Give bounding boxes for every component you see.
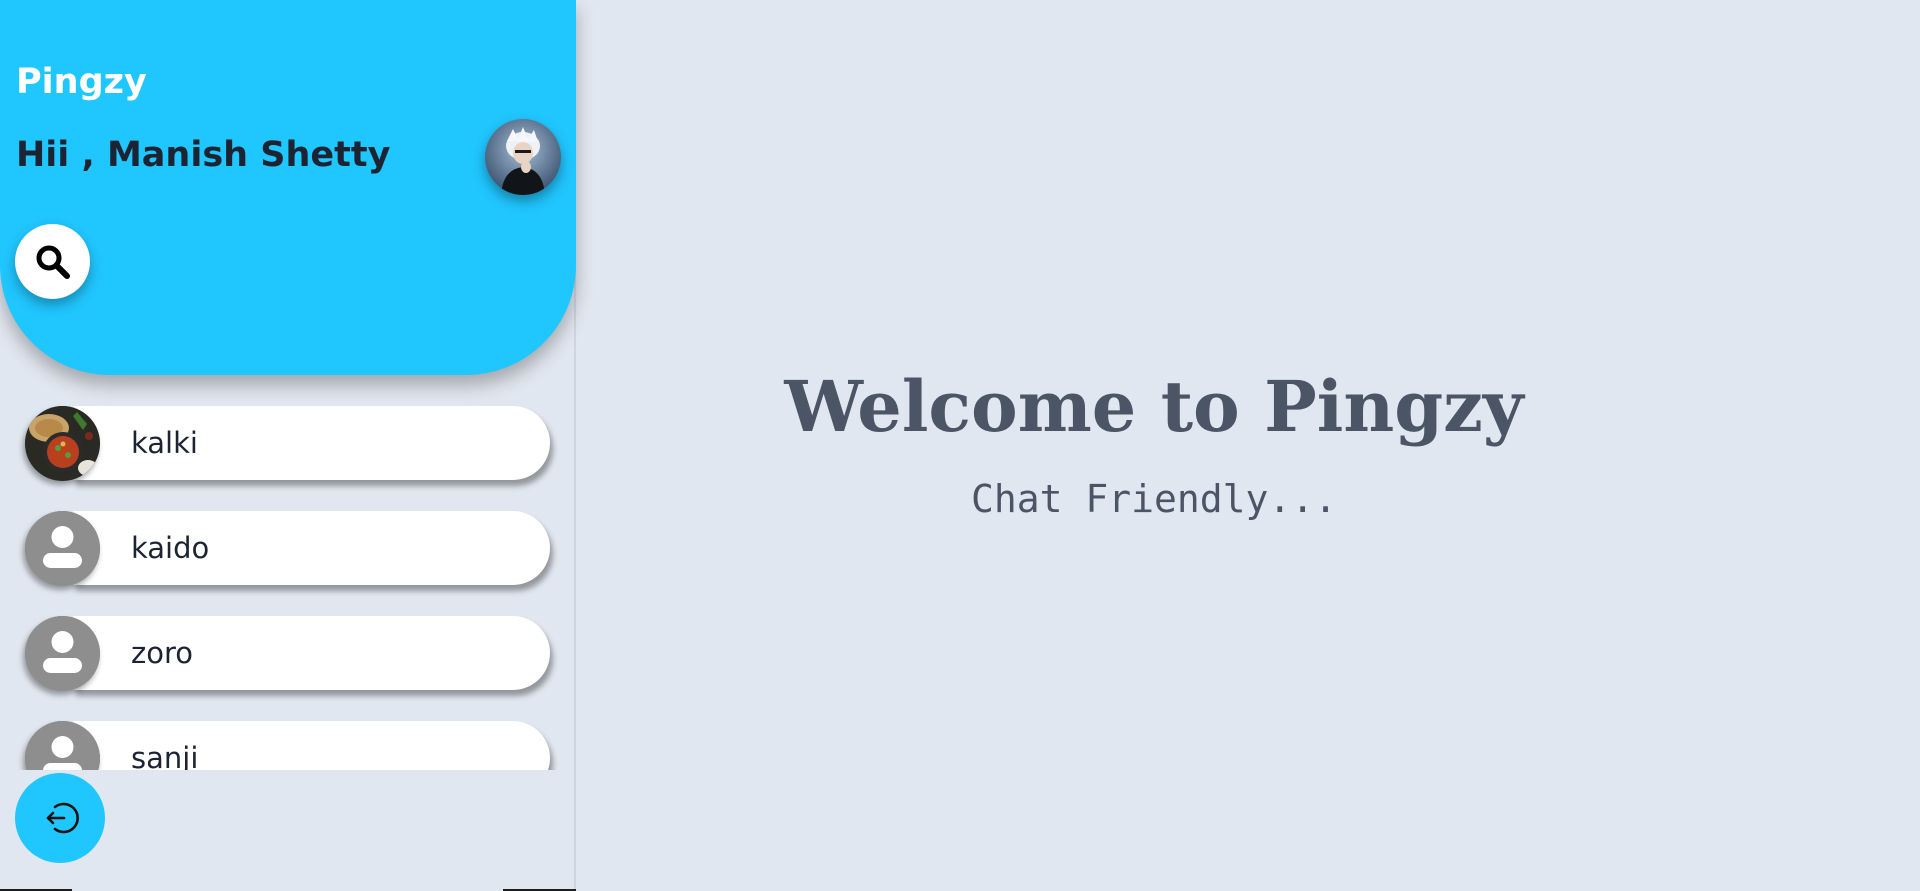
default-person-icon [25, 511, 100, 586]
food-photo-icon [25, 406, 100, 481]
list-item[interactable]: kalki [25, 406, 550, 481]
list-item[interactable]: zoro [25, 616, 550, 691]
search-button[interactable] [15, 224, 90, 299]
sidebar: Pingzy Hii , Manish Shetty kalki kaido z… [0, 0, 576, 891]
contact-avatar [25, 616, 100, 691]
contact-name: zoro [131, 636, 193, 670]
contact-avatar [25, 511, 100, 586]
app-brand: Pingzy [16, 62, 147, 102]
main-panel: Welcome to Pingzy Chat Friendly... [578, 0, 1920, 891]
contact-avatar [25, 406, 100, 481]
list-item[interactable]: kaido [25, 511, 550, 586]
app-root: Pingzy Hii , Manish Shetty kalki kaido z… [0, 0, 1920, 891]
user-greeting: Hii , Manish Shetty [16, 135, 391, 175]
contact-list[interactable]: kalki kaido zoro sanji [0, 375, 576, 770]
list-item[interactable]: sanji [25, 721, 550, 770]
search-icon [36, 245, 70, 279]
welcome-subtitle: Chat Friendly... [970, 477, 1338, 521]
profile-avatar[interactable] [485, 119, 561, 195]
sidebar-header: Pingzy Hii , Manish Shetty [0, 0, 576, 375]
welcome-title: Welcome to Pingzy [784, 365, 1524, 448]
profile-photo-icon [485, 119, 561, 195]
contact-name: kaido [131, 531, 210, 565]
contact-name: sanji [131, 741, 199, 770]
logout-button[interactable] [15, 773, 105, 863]
contact-name: kalki [131, 426, 198, 460]
default-person-icon [25, 616, 100, 691]
logout-icon [46, 802, 79, 834]
